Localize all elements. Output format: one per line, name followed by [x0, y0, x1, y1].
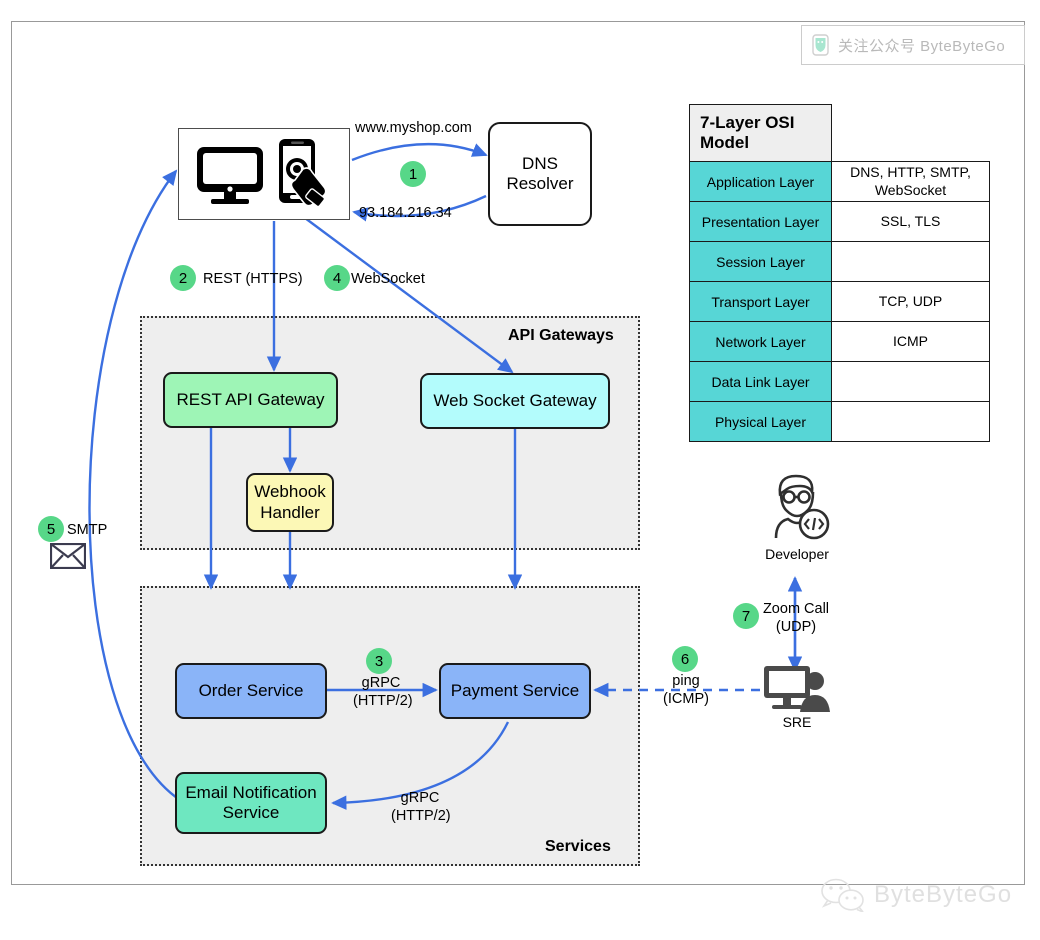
rest-api-gateway-node[interactable]: REST API Gateway — [163, 372, 338, 428]
table-row: Application Layer DNS, HTTP, SMTP, WebSo… — [689, 161, 990, 202]
watermark-bottom-text: ByteByteGo — [874, 881, 1013, 908]
osi-title-row: 7-Layer OSI Model — [689, 104, 990, 162]
watermark-top-text: 关注公众号 ByteByteGo — [838, 37, 1006, 55]
websocket-label: WebSocket — [351, 271, 425, 287]
step-badge-3: 3 — [366, 648, 392, 674]
osi-layer-name: Application Layer — [689, 161, 832, 202]
grpc-label-2: gRPC (HTTP/2) — [391, 790, 451, 825]
wechat-badge-icon — [812, 34, 829, 56]
dns-resolver-line2: Resolver — [506, 174, 574, 193]
dns-resolver-node[interactable]: DNS Resolver — [488, 122, 592, 226]
services-label: Services — [545, 838, 611, 855]
webhook-handler-line2: Handler — [260, 502, 320, 522]
osi-title: 7-Layer OSI Model — [689, 104, 832, 162]
grpc-label-2-line2: (HTTP/2) — [391, 807, 451, 824]
dns-resolver-line1: DNS — [522, 153, 558, 173]
dns-request-label: www.myshop.com — [355, 120, 472, 136]
osi-layer-protocols — [831, 361, 990, 402]
table-row: Transport Layer TCP, UDP — [689, 281, 990, 322]
step-badge-7: 7 — [733, 603, 759, 629]
step-badge-5: 5 — [38, 516, 64, 542]
step-badge-2: 2 — [170, 265, 196, 291]
table-row: Physical Layer — [689, 401, 990, 442]
email-service-line2: Service — [222, 803, 280, 822]
rest-api-gateway-label: REST API Gateway — [176, 389, 325, 409]
watermark-bottom: ByteByteGo — [820, 878, 1012, 912]
developer-caption: Developer — [765, 546, 829, 562]
api-gateways-label: API Gateways — [508, 327, 614, 344]
osi-layer-protocols: ICMP — [831, 321, 990, 362]
step-badge-4: 4 — [324, 265, 350, 291]
payment-service-node[interactable]: Payment Service — [439, 663, 591, 719]
web-socket-gateway-label: Web Socket Gateway — [433, 390, 597, 410]
api-gateways-group — [140, 316, 640, 550]
sre-icon — [762, 664, 832, 721]
ping-label: ping (ICMP) — [658, 673, 714, 708]
step-badge-6: 6 — [672, 646, 698, 672]
rest-https-label: REST (HTTPS) — [203, 271, 303, 287]
webhook-handler-line1: Webhook — [254, 482, 326, 502]
ping-label-line1: ping — [672, 673, 700, 689]
smartphone-tap-icon — [279, 139, 327, 208]
dns-response-label: 93.184.216.34 — [359, 205, 452, 221]
order-service-label: Order Service — [198, 680, 304, 700]
grpc-label-1: gRPC (HTTP/2) — [353, 675, 413, 710]
watermark-top: 关注公众号 ByteByteGo — [801, 25, 1025, 65]
smtp-label: SMTP — [67, 522, 108, 538]
zoom-call-line2: (UDP) — [775, 618, 817, 635]
osi-layer-name: Session Layer — [689, 241, 832, 282]
email-service-line1: Email Notification — [185, 782, 317, 802]
developer-icon — [762, 470, 832, 547]
zoom-call-label: Zoom Call (UDP) — [758, 601, 834, 636]
ping-label-line2: (ICMP) — [663, 690, 709, 707]
osi-layer-protocols: TCP, UDP — [831, 281, 990, 322]
osi-layer-protocols — [831, 241, 990, 282]
grpc-label-2-line1: gRPC — [400, 790, 440, 806]
grpc-label-1-line2: (HTTP/2) — [353, 692, 413, 709]
table-row: Network Layer ICMP — [689, 321, 990, 362]
osi-layer-protocols — [831, 401, 990, 442]
zoom-call-line1: Zoom Call — [762, 601, 830, 617]
osi-layer-protocols: DNS, HTTP, SMTP, WebSocket — [831, 161, 990, 202]
email-notification-service-node[interactable]: Email Notification Service — [175, 772, 327, 834]
client-devices-box — [178, 128, 350, 220]
payment-service-label: Payment Service — [450, 680, 580, 700]
osi-layer-name: Data Link Layer — [689, 361, 832, 402]
wechat-icon — [821, 878, 864, 912]
order-service-node[interactable]: Order Service — [175, 663, 327, 719]
osi-layer-name: Network Layer — [689, 321, 832, 362]
web-socket-gateway-node[interactable]: Web Socket Gateway — [420, 373, 610, 429]
sre-caption: SRE — [782, 714, 812, 730]
webhook-handler-node[interactable]: Webhook Handler — [246, 473, 334, 532]
osi-layer-protocols: SSL, TLS — [831, 201, 990, 242]
osi-layer-name: Presentation Layer — [689, 201, 832, 242]
table-row: Data Link Layer — [689, 361, 990, 402]
desktop-monitor-icon — [197, 147, 263, 204]
osi-model-table: 7-Layer OSI Model Application Layer DNS,… — [689, 104, 990, 442]
diagram-canvas: API Gateways Services DNS Resolver REST … — [0, 0, 1040, 940]
grpc-label-1-line1: gRPC — [361, 675, 401, 691]
osi-layer-name: Physical Layer — [689, 401, 832, 442]
step-badge-1: 1 — [400, 161, 426, 187]
table-row: Presentation Layer SSL, TLS — [689, 201, 990, 242]
table-row: Session Layer — [689, 241, 990, 282]
envelope-icon — [49, 542, 87, 574]
osi-layer-name: Transport Layer — [689, 281, 832, 322]
